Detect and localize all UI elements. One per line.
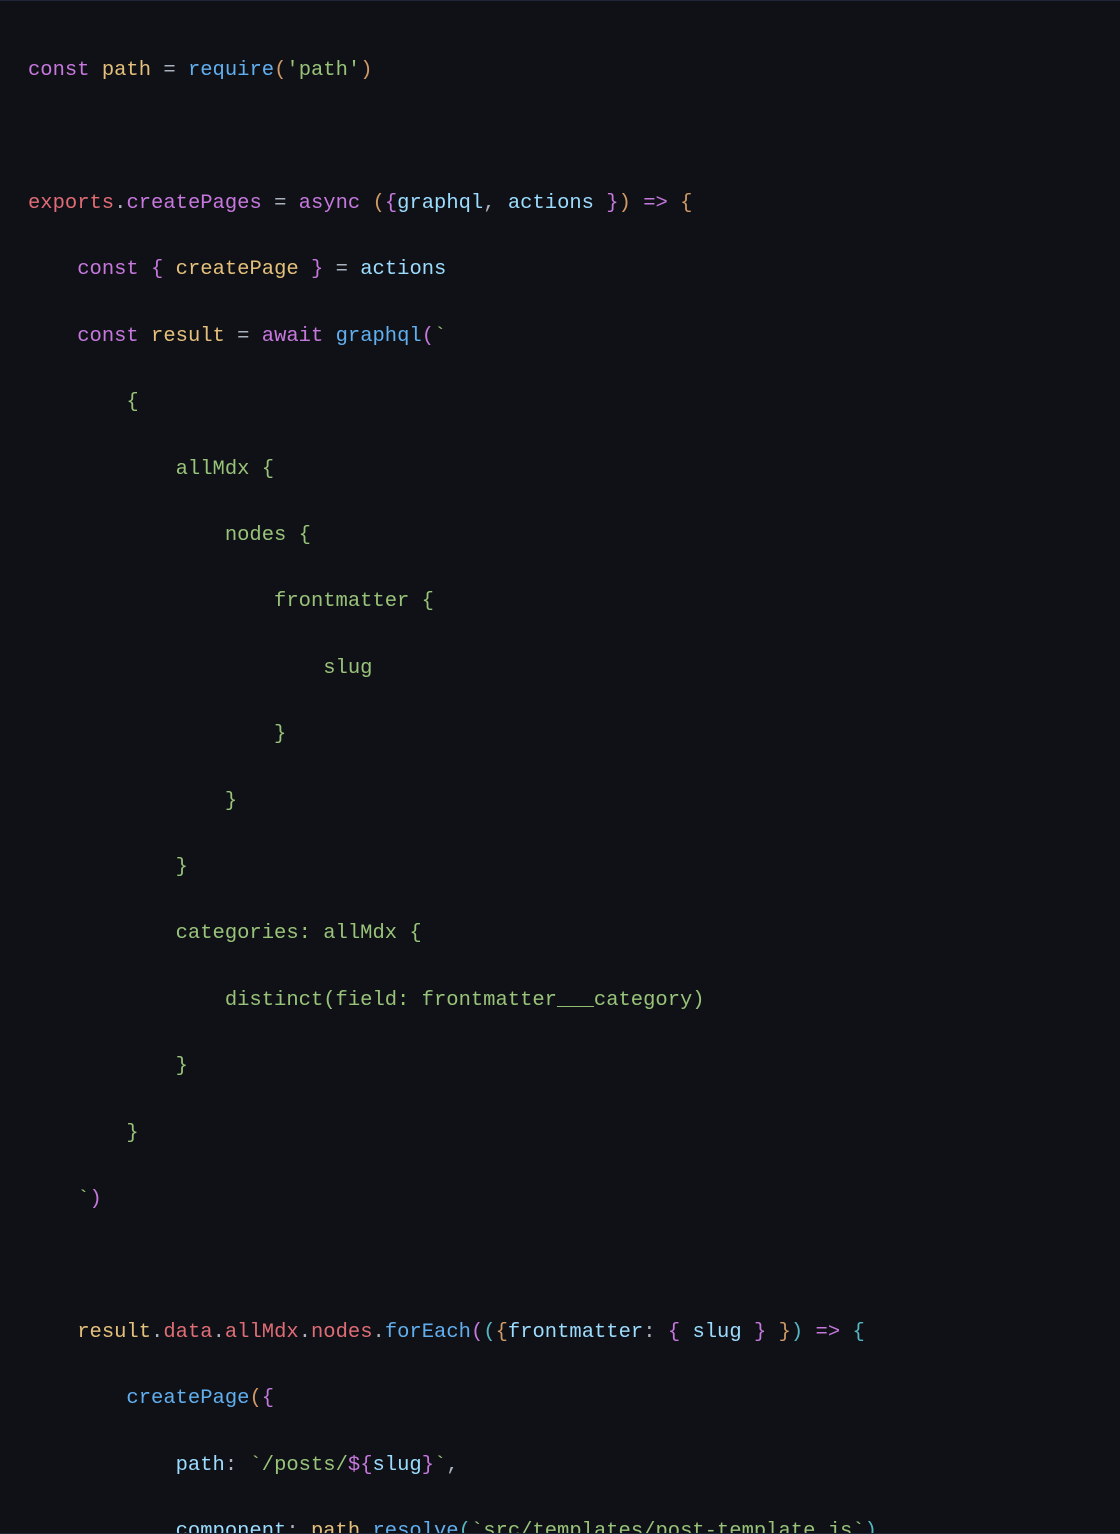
code-line: `) [28, 1183, 1120, 1216]
code-line: nodes { [28, 519, 1120, 552]
code-line: frontmatter { [28, 585, 1120, 618]
code-line: exports.createPages = async ({graphql, a… [28, 187, 1120, 220]
code-line: path: `/posts/${slug}`, [28, 1449, 1120, 1482]
code-line: createPage({ [28, 1382, 1120, 1415]
code-line: const path = require('path') [28, 54, 1120, 87]
code-editor[interactable]: const path = require('path') exports.cre… [0, 0, 1120, 1534]
code-line: } [28, 1050, 1120, 1083]
code-line: result.data.allMdx.nodes.forEach(({front… [28, 1316, 1120, 1349]
code-line: allMdx { [28, 453, 1120, 486]
code-line [28, 1250, 1120, 1283]
code-line: } [28, 718, 1120, 751]
code-line: const { createPage } = actions [28, 253, 1120, 286]
code-line: } [28, 851, 1120, 884]
code-line: distinct(field: frontmatter___category) [28, 984, 1120, 1017]
code-line: component: path.resolve(`src/templates/p… [28, 1515, 1120, 1534]
code-line: categories: allMdx { [28, 917, 1120, 950]
code-line: const result = await graphql(` [28, 320, 1120, 353]
code-line: } [28, 785, 1120, 818]
code-line [28, 121, 1120, 154]
code-line: slug [28, 652, 1120, 685]
code-line: { [28, 386, 1120, 419]
code-line: } [28, 1117, 1120, 1150]
